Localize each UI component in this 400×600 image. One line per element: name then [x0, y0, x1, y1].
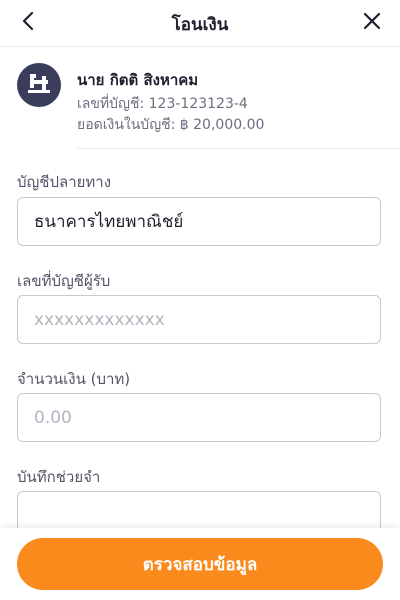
- source-account-card: นาย กิตติ สิงหาคม เลขที่บัญชี: 123-12312…: [0, 47, 400, 149]
- close-icon: [363, 12, 381, 34]
- account-holder-name: นาย กิตติ สิงหาคม: [77, 71, 199, 89]
- amount-input[interactable]: 0.00: [17, 393, 381, 442]
- recipient-placeholder: xxxxxxxxxxxxx: [34, 309, 165, 330]
- destination-bank-field[interactable]: ธนาคารไทยพาณิชย์: [17, 197, 381, 246]
- memo-label: บันทึกช่วยจำ: [17, 468, 101, 486]
- close-button[interactable]: [358, 9, 386, 37]
- destination-label: บัญชีปลายทาง: [17, 173, 112, 191]
- recipient-account-input[interactable]: xxxxxxxxxxxxx: [17, 295, 381, 344]
- avatar: [17, 63, 61, 107]
- recipient-label: เลขที่บัญชีผู้รับ: [17, 272, 111, 290]
- amount-label: จำนวนเงิน (บาท): [17, 370, 131, 388]
- destination-bank-value: ธนาคารไทยพาณิชย์: [34, 212, 184, 232]
- divider: [77, 148, 400, 149]
- bank-logo-icon: [26, 70, 52, 100]
- account-balance: ยอดเงินในบัญชี: ฿ 20,000.00: [77, 117, 265, 133]
- review-button[interactable]: ตรวจสอบข้อมูล: [17, 538, 383, 590]
- page-title: โอนเงิน: [171, 15, 229, 35]
- amount-placeholder: 0.00: [34, 407, 72, 428]
- transfer-screen: โอนเงิน นาย กิตติ สิงหาคม เลขที่บัญชี: 1…: [0, 0, 400, 600]
- account-number: เลขที่บัญชี: 123-123123-4: [77, 96, 248, 112]
- bottom-action-bar: ตรวจสอบข้อมูล: [0, 528, 400, 600]
- header-bar: โอนเงิน: [0, 0, 400, 47]
